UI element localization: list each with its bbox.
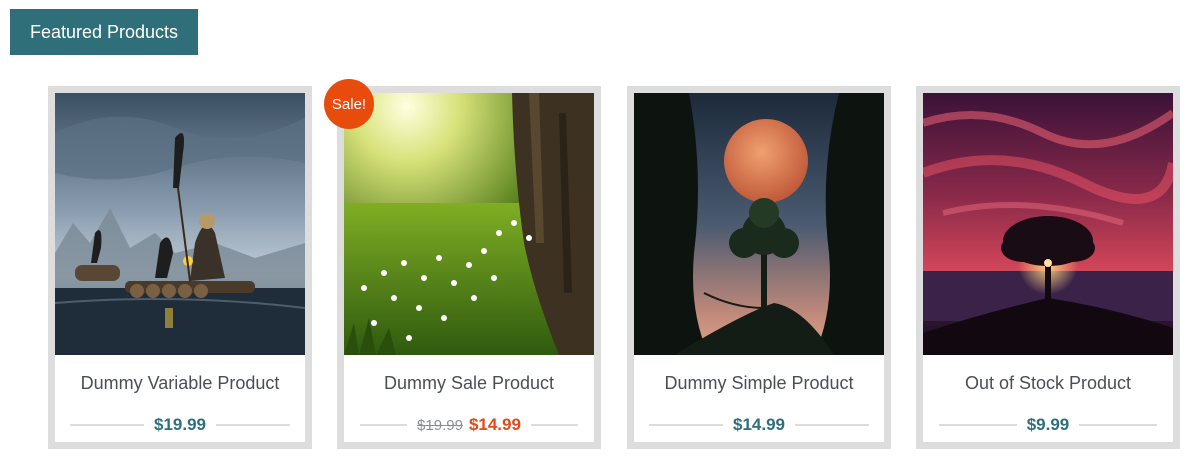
product-image-meadow[interactable] [344,93,594,355]
product-price: $14.99 [733,415,785,434]
product-card-sale[interactable]: Dummy Sale Product $19.99 $14.99 [337,86,601,449]
sale-badge: Sale! [324,79,374,129]
divider-line [1079,424,1158,426]
divider-line [938,424,1017,426]
divider-line [360,424,408,426]
price-row: $19.99 $14.99 [344,414,594,436]
product-card-out-of-stock[interactable]: Out of Stock Product $9.99 [916,86,1180,449]
featured-products-tab[interactable]: Featured Products [10,9,198,55]
product-card-simple[interactable]: Dummy Simple Product $14.99 [627,86,891,449]
product-image-moon-tree[interactable] [634,93,884,355]
featured-products-tab-label: Featured Products [29,21,179,42]
divider-line [795,424,869,426]
divider-line [70,424,144,426]
product-image-fisherman[interactable] [55,93,305,355]
product-price: $9.99 [1026,415,1070,434]
divider-line [649,424,723,426]
product-title[interactable]: Dummy Sale Product [344,373,594,394]
divider-line [530,424,578,426]
product-title[interactable]: Dummy Variable Product [55,373,305,394]
divider-line [216,424,290,426]
product-image-sunset-tree[interactable] [923,93,1173,355]
product-regular-price: $19.99 [417,416,463,434]
price-row: $19.99 [55,414,305,436]
product-price: $19.99 [154,415,206,434]
product-title[interactable]: Out of Stock Product [923,373,1173,394]
price-row: $14.99 [634,414,884,436]
product-title[interactable]: Dummy Simple Product [634,373,884,394]
product-card-variable[interactable]: Dummy Variable Product $19.99 [48,86,312,449]
product-sale-price: $14.99 [468,415,521,434]
price-row: $9.99 [923,414,1173,436]
